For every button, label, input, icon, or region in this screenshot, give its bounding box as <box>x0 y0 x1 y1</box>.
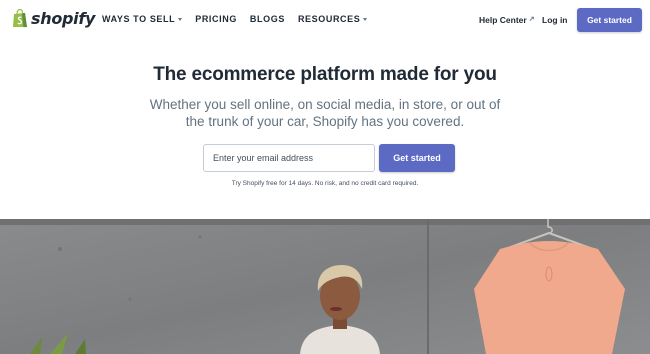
nav-ways-to-sell-label: WAYS TO SELL <box>102 14 176 24</box>
trial-note: Try Shopify free for 14 days. No risk, a… <box>231 180 419 187</box>
brand-name: shopify <box>31 9 96 28</box>
chevron-down-icon <box>363 17 368 21</box>
external-link-icon: ↗ <box>528 15 535 23</box>
hero-photo <box>0 219 650 354</box>
shopping-bag-icon <box>13 9 27 28</box>
nav-blogs[interactable]: BLOGS <box>250 14 285 24</box>
hero-get-started-button[interactable]: Get started <box>379 144 455 172</box>
help-center-label: Help Center <box>479 15 527 25</box>
chevron-down-icon <box>178 17 183 21</box>
email-field[interactable] <box>203 144 375 172</box>
shopify-logo[interactable]: shopify <box>12 9 95 28</box>
hero-headline: The ecommerce platform made for you <box>153 64 497 85</box>
nav-resources[interactable]: RESOURCES <box>297 14 368 24</box>
site-header: shopify WAYS TO SELL PRICING BLOGS RESOU… <box>0 0 650 40</box>
nav-pricing-label: PRICING <box>195 14 237 24</box>
nav-pricing[interactable]: PRICING <box>195 14 237 24</box>
help-center-link[interactable]: Help Center ↗ <box>479 15 535 25</box>
nav-resources-label: RESOURCES <box>297 14 361 24</box>
main-nav: WAYS TO SELL PRICING BLOGS RESOURCES <box>102 14 368 24</box>
header-get-started-button[interactable]: Get started <box>577 8 642 32</box>
hero-subheadline: Whether you sell online, on social media… <box>149 97 501 129</box>
login-link[interactable]: Log in <box>542 15 568 25</box>
nav-ways-to-sell[interactable]: WAYS TO SELL <box>102 14 183 24</box>
nav-blogs-label: BLOGS <box>249 14 285 24</box>
